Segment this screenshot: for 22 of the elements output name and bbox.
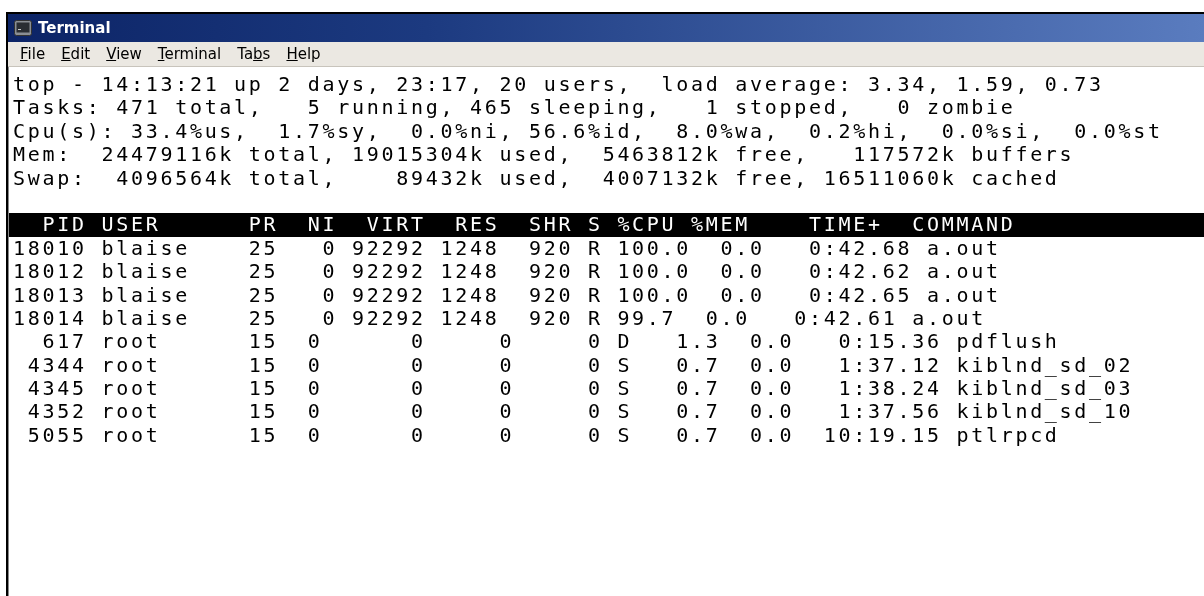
process-line: 4352 root 15 0 0 0 0 S 0.7 0.0 1:37.56 kiblnd_sd_10	[26, 400, 1135, 424]
process-line: 18013 blaise 25 0 92292 1248 920 R 100.0 0.0 0:42.65 a.out	[12, 283, 1002, 307]
process-line: 18014 blaise 25 0 92292 1248 920 R 99.7 0.0 0:42.61 a.out	[12, 306, 987, 331]
summary-line: Cpu(s): 33.4%us, 1.7%sy, 0.0%ni, 56.6%id, 8.0%wa, 0.2%hi, 0.0%si, 0.0%st	[12, 119, 1164, 144]
menu-item[interactable]: Edit	[55, 45, 97, 63]
terminal-icon	[14, 20, 32, 36]
process-line: 4344 root 15 0 0 0 0 S 0.7 0.0 1:37.12 kiblnd_sd_02	[26, 353, 1135, 378]
process-line: 617 root 15 0 0 0 0 D 1.3 0.0 0:15.36 pdflush	[41, 330, 1061, 354]
menu-item[interactable]: File	[14, 45, 52, 63]
process-line: 4345 root 15 0 0 0 0 S 0.7 0.0 1:38.24 kiblnd_sd_03	[26, 377, 1135, 401]
summary-line: top - 14:13:21 up 2 days, 23:17, 20 users, load average: 3.34, 1.59, 0.73	[12, 73, 1105, 97]
process-line: 18012 blaise 25 0 92292 1248 920 R 100.0 0.0 0:42.62 a.out	[12, 260, 1002, 284]
summary-line: Mem: 24479116k total, 19015304k used, 5463812k free, 117572k buffers	[12, 143, 1076, 167]
window-title: Terminal	[38, 19, 111, 37]
menu-item[interactable]: View	[100, 45, 148, 63]
process-line: 5055 root 15 0 0 0 0 S 0.7 0.0 10:19.15 ptlrpcd	[26, 423, 1060, 448]
summary-line: Swap: 4096564k total, 89432k used, 4007132k free, 16511060k cached	[12, 166, 1061, 190]
menu-item[interactable]: Terminal	[151, 45, 228, 63]
menu-item[interactable]: Tabs	[231, 45, 277, 63]
summary-line: Tasks: 471 total, 5 running, 465 sleeping, 1 stopped, 0 zombie	[12, 96, 1017, 120]
process-line: 18010 blaise 25 0 92292 1248 920 R 100.0 0.0 0:42.68 a.out	[12, 236, 1002, 261]
menu-item[interactable]: Help	[280, 45, 327, 63]
